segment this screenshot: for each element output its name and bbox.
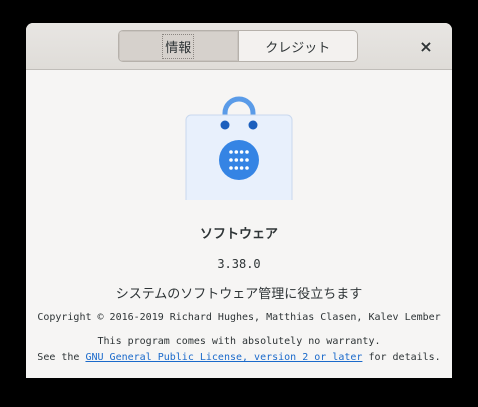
tab-credits-label: クレジット (265, 40, 331, 56)
app-version: 3.38.0 (217, 257, 261, 271)
license-suffix: for details. (362, 352, 441, 363)
header-bar: 情報 クレジット × (26, 23, 452, 70)
tab-about[interactable]: 情報 (119, 31, 239, 61)
license-prefix: See the (37, 352, 86, 363)
stack-switcher: 情報 クレジット (118, 30, 358, 62)
close-icon: × (419, 36, 433, 56)
about-dialog: 情報 クレジット × ソフトウェア 3.38.0 システムのソフトウェア管理に役… (26, 23, 452, 378)
license-link[interactable]: GNU General Public License, version 2 or… (85, 352, 362, 363)
tab-credits[interactable]: クレジット (239, 31, 358, 61)
copyright-text: Copyright © 2016-2019 Richard Hughes, Ma… (37, 312, 441, 323)
tab-about-label: 情報 (162, 33, 195, 59)
app-name: ソフトウェア (199, 227, 278, 242)
app-description: システムのソフトウェア管理に役立ちます (115, 287, 363, 302)
close-button[interactable]: × (414, 34, 438, 58)
about-content: ソフトウェア 3.38.0 システムのソフトウェア管理に役立ちます Copyri… (26, 70, 452, 378)
license-text: See the GNU General Public License, vers… (26, 352, 452, 363)
warranty-text: This program comes with absolutely no wa… (97, 336, 381, 347)
software-bag-icon (184, 85, 294, 214)
